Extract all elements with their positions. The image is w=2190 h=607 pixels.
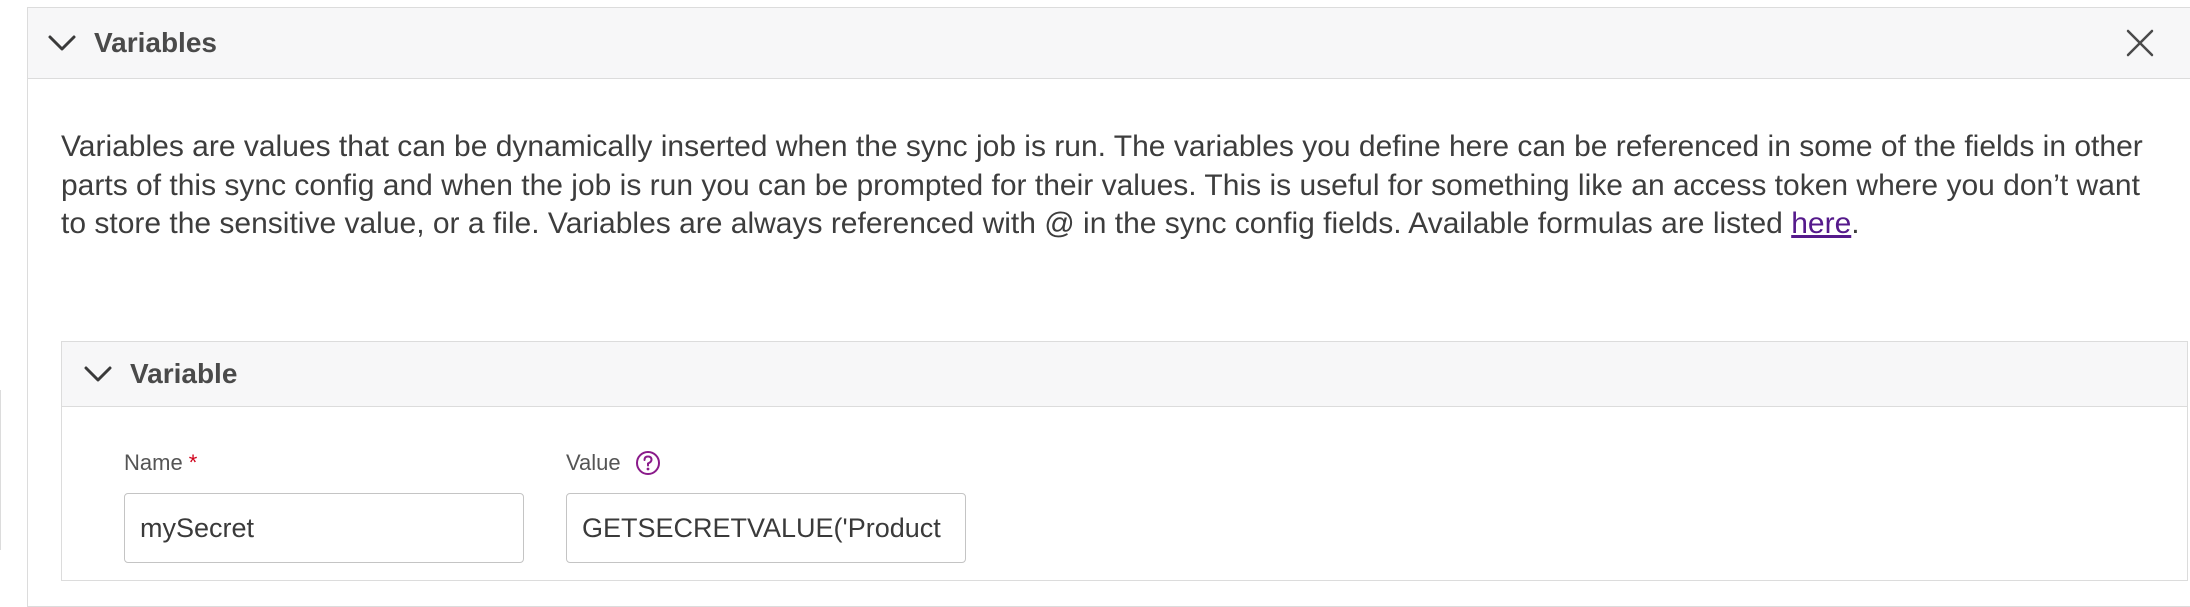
description-end: . <box>1851 207 1860 240</box>
formulas-link[interactable]: here <box>1791 207 1851 240</box>
variables-panel-title: Variables <box>94 27 217 58</box>
variables-panel-header[interactable]: Variables <box>28 8 2190 79</box>
chevron-down-icon[interactable] <box>82 358 114 390</box>
required-indicator: * <box>188 450 198 475</box>
name-field-label: Name * <box>124 450 197 476</box>
variables-description: Variables are values that can be dynamic… <box>61 128 2171 244</box>
value-label-text: Value <box>566 450 621 475</box>
variable-item-panel: Variable Name * Value <box>61 341 2188 581</box>
variables-panel: Variables Variables are values that can … <box>27 7 2190 607</box>
value-field-label: Value <box>566 450 661 476</box>
close-icon[interactable] <box>2124 27 2156 59</box>
variable-item-title: Variable <box>130 358 238 389</box>
name-input[interactable] <box>124 493 524 563</box>
left-divider <box>0 390 1 550</box>
chevron-down-icon[interactable] <box>46 27 78 59</box>
help-circle-icon[interactable] <box>635 450 661 476</box>
name-label-text: Name <box>124 450 183 475</box>
value-input[interactable] <box>566 493 966 563</box>
variable-item-header[interactable]: Variable <box>62 342 2187 407</box>
